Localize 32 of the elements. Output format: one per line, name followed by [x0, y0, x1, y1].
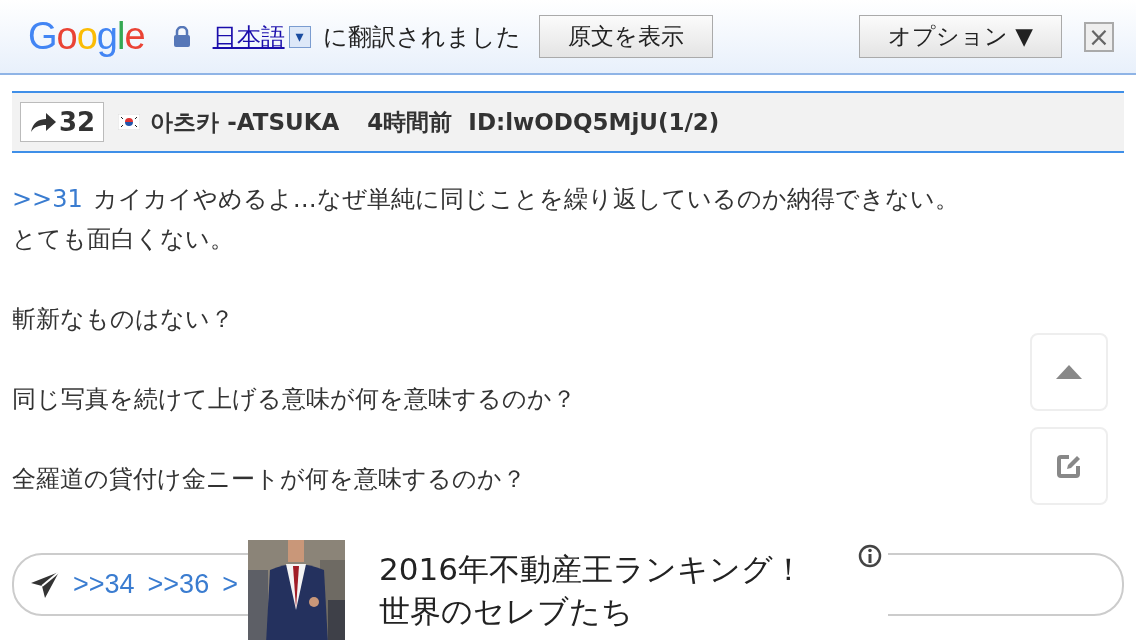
send-icon: [30, 570, 60, 599]
language-dropdown[interactable]: ▾: [288, 25, 311, 48]
edit-icon: [1055, 452, 1083, 480]
ad-headline[interactable]: 2016年不動産王ランキング！ 世界のセレブたち: [379, 548, 804, 640]
reply-link[interactable]: >>36: [147, 569, 210, 600]
show-original-button[interactable]: 原文を表示: [538, 15, 713, 58]
close-button[interactable]: ×: [1084, 21, 1114, 52]
post-text: 同じ写真を続けて上げる意味が何を意味するのか？: [12, 385, 576, 413]
ad-toast[interactable]: 2016年不動産王ランキング！ 世界のセレブたち: [248, 540, 888, 640]
scroll-top-button[interactable]: [1030, 333, 1108, 411]
post-text: 全羅道の貸付け金ニートが何を意味するのか？: [12, 465, 526, 493]
compose-button[interactable]: [1030, 427, 1108, 505]
google-logo: Google: [28, 15, 145, 58]
language-link[interactable]: 日本語: [212, 20, 285, 53]
reply-link[interactable]: >: [222, 569, 238, 600]
post-text: カイカイやめるよ…なぜ単純に同じことを繰り返しているのか納得できない。: [92, 185, 959, 213]
lock-icon: [172, 25, 191, 48]
reply-link[interactable]: >>34: [73, 569, 135, 600]
options-button[interactable]: オプション ▼: [859, 15, 1062, 58]
reply-count-badge[interactable]: 32: [20, 102, 105, 142]
share-arrow-icon: [29, 110, 57, 134]
info-icon[interactable]: [858, 544, 882, 568]
reply-link[interactable]: >>31: [12, 185, 83, 213]
translated-message: に翻訳されました: [322, 21, 521, 53]
flag-icon: [118, 114, 141, 130]
author-name[interactable]: 아츠카 -ATSUKA: [150, 106, 340, 138]
post-text: 斬新なものはない？: [12, 305, 234, 333]
caret-up-icon: [1056, 365, 1082, 379]
post-text: とても面白くない。: [12, 225, 234, 253]
post-id: ID:lwODQ5MjU(1/2): [468, 109, 720, 135]
reply-count: 32: [59, 107, 96, 137]
post-time: 4時間前: [367, 107, 453, 137]
